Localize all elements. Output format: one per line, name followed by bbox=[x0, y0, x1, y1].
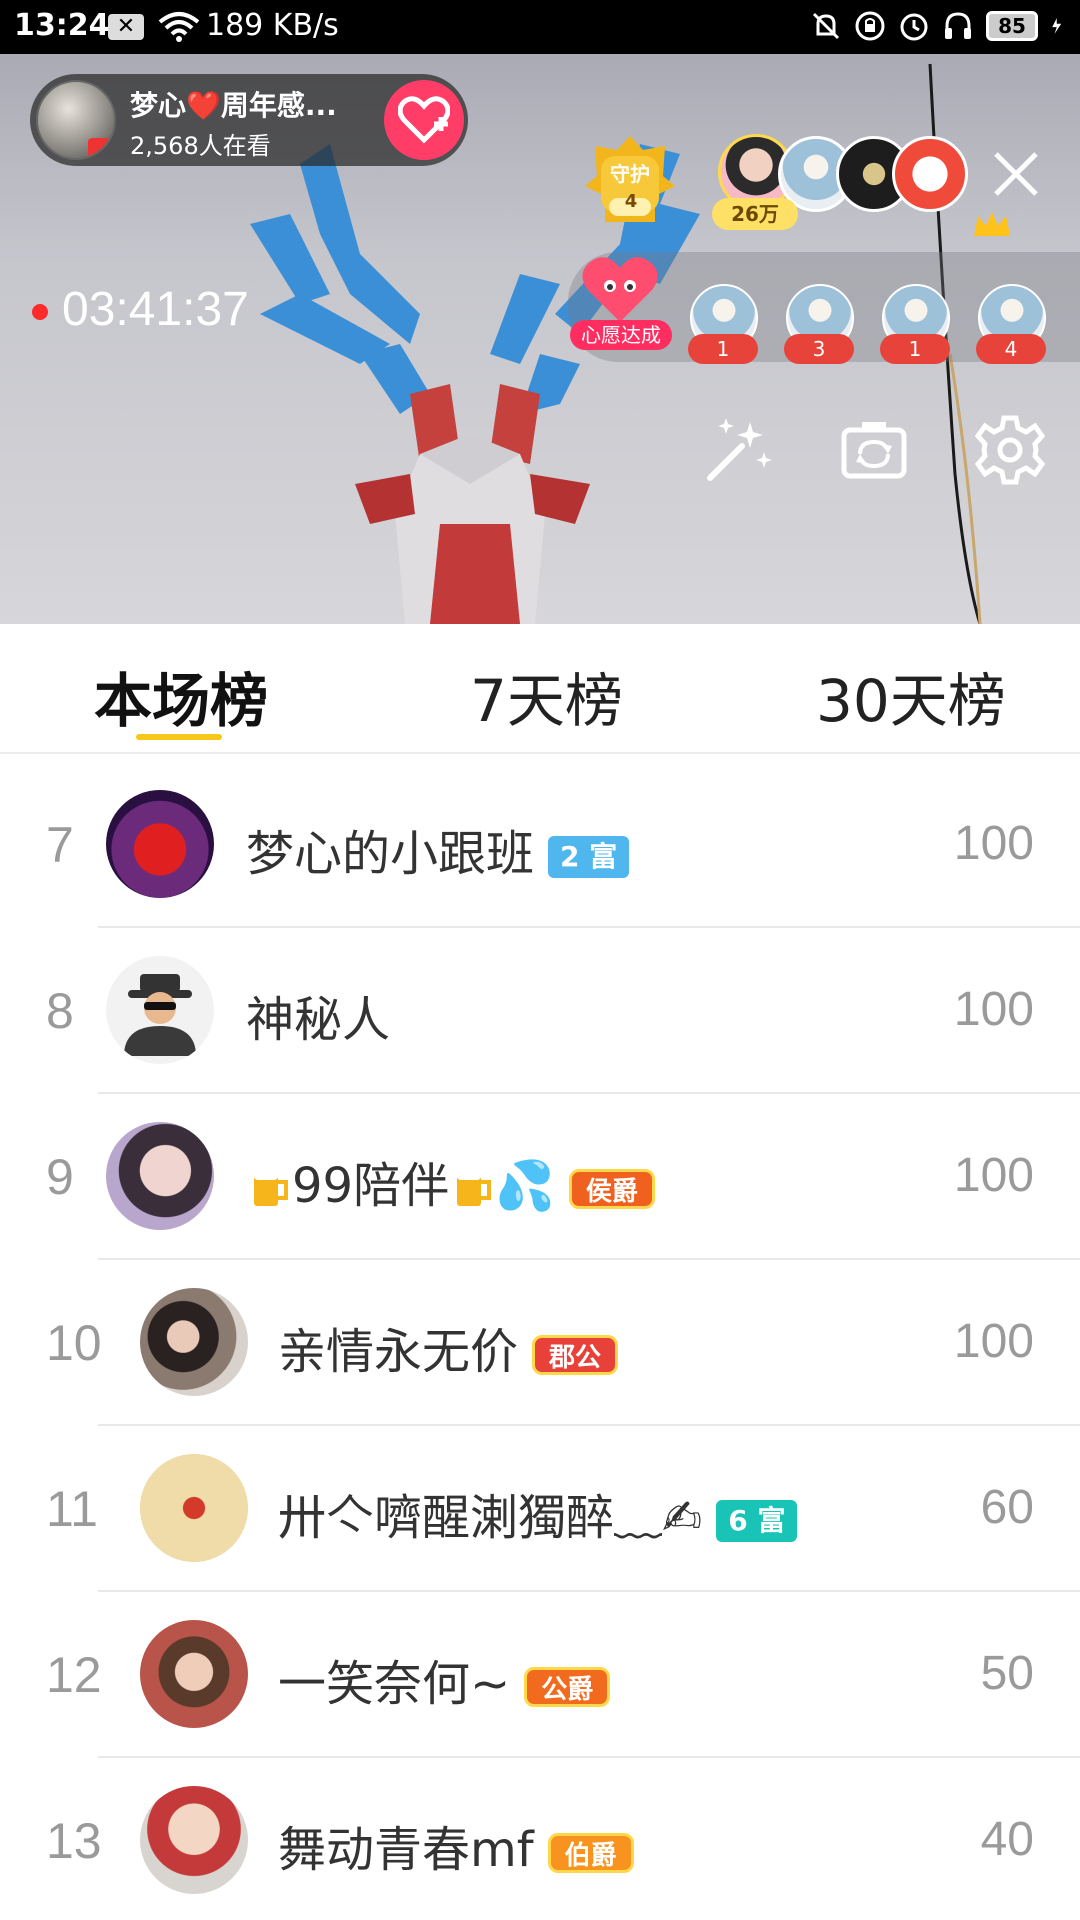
user-name: 亲情永无价 bbox=[278, 1324, 519, 1380]
list-item[interactable]: 13 舞动青春mf 伯爵 40 bbox=[0, 1758, 1080, 1920]
user-name-line: 99陪伴 💦 侯爵 bbox=[246, 1146, 655, 1216]
guard-label: 守护 bbox=[610, 162, 650, 186]
noble-title-badge: 侯爵 bbox=[568, 1169, 655, 1209]
active-tab-indicator bbox=[136, 734, 222, 740]
fan-count-badge: 4 bbox=[976, 334, 1046, 364]
rich-level-badge: 2 富 bbox=[548, 836, 630, 878]
list-item[interactable]: 7 梦心的小跟班 2 富 100 bbox=[0, 762, 1080, 928]
wish-heart-icon[interactable] bbox=[580, 254, 660, 326]
user-name: 卅亽嚌醒溂獨醉﹏✍ bbox=[278, 1490, 703, 1546]
status-time: 13:24 bbox=[14, 8, 110, 43]
beer-mug-icon bbox=[254, 1172, 288, 1206]
score: 100 bbox=[953, 817, 1034, 870]
list-item[interactable]: 10 亲情永无价 郡公 100 bbox=[0, 1260, 1080, 1426]
user-name: 99陪伴 bbox=[292, 1158, 450, 1214]
score: 50 bbox=[980, 1647, 1034, 1700]
score: 100 bbox=[953, 983, 1034, 1036]
top-fans-count: 26万 bbox=[712, 198, 798, 230]
user-name-line: 梦心的小跟班 2 富 bbox=[246, 814, 630, 884]
rank-number: 7 bbox=[46, 817, 74, 873]
follow-button[interactable] bbox=[384, 80, 464, 160]
rank-number: 10 bbox=[46, 1315, 102, 1371]
headphones-icon bbox=[945, 12, 971, 39]
charging-icon bbox=[1052, 18, 1062, 34]
rank-number: 8 bbox=[46, 983, 74, 1039]
list-item[interactable]: 8 神秘人 100 bbox=[0, 928, 1080, 1094]
list-item[interactable]: 9 99陪伴 💦 侯爵 100 bbox=[0, 1094, 1080, 1260]
heart-plus-icon bbox=[398, 96, 450, 144]
rank-number: 13 bbox=[46, 1813, 102, 1869]
battery-indicator: 85 bbox=[986, 11, 1038, 41]
crown-icon bbox=[974, 212, 1010, 236]
magic-wand-icon[interactable] bbox=[702, 414, 774, 486]
alarm-icon bbox=[900, 13, 928, 41]
settings-gear-icon[interactable] bbox=[974, 414, 1046, 486]
leaderboard-tabs: 本场榜 7天榜 30天榜 bbox=[0, 624, 1080, 754]
beer-mug-icon bbox=[457, 1172, 492, 1206]
avatar[interactable] bbox=[140, 1620, 248, 1728]
tab-7-days[interactable]: 7天榜 bbox=[470, 654, 623, 738]
fan-count-badge: 1 bbox=[688, 334, 758, 364]
top-fan-avatar[interactable] bbox=[892, 136, 968, 212]
viewer-count: 2,568人在看 bbox=[130, 132, 271, 160]
host-name: 梦心❤️周年感... bbox=[130, 89, 337, 122]
user-name-line: 亲情永无价 郡公 bbox=[278, 1312, 619, 1382]
tab-30-days[interactable]: 30天榜 bbox=[816, 654, 1006, 738]
close-icon[interactable] bbox=[990, 148, 1042, 200]
rich-level-badge: 6 富 bbox=[716, 1500, 798, 1542]
avatar[interactable] bbox=[106, 790, 214, 898]
list-item[interactable]: 12 一笑奈何~ 公爵 50 bbox=[0, 1592, 1080, 1758]
fan-count-badge: 1 bbox=[880, 334, 950, 364]
noble-title-badge: 公爵 bbox=[524, 1667, 611, 1707]
user-name-line: 舞动青春mf 伯爵 bbox=[278, 1810, 634, 1880]
notification-x-icon: ✕ bbox=[108, 14, 144, 40]
wish-label[interactable]: 心愿达成 bbox=[570, 320, 672, 350]
live-indicator-dot bbox=[32, 304, 48, 320]
live-elapsed-time: 03:41:37 bbox=[62, 283, 249, 336]
noble-title-badge: 伯爵 bbox=[547, 1833, 634, 1873]
switch-camera-icon[interactable] bbox=[838, 414, 910, 486]
user-name: 舞动青春mf bbox=[278, 1822, 534, 1878]
rank-number: 11 bbox=[46, 1481, 98, 1537]
rank-number: 12 bbox=[46, 1647, 102, 1703]
score: 100 bbox=[953, 1149, 1034, 1202]
sweat-drops-icon: 💦 bbox=[495, 1158, 555, 1214]
score: 40 bbox=[980, 1813, 1034, 1866]
noble-title-badge: 郡公 bbox=[532, 1335, 619, 1375]
host-info-pill[interactable]: 梦心❤️周年感... 2,568人在看 bbox=[30, 74, 468, 166]
mystery-person-icon bbox=[124, 974, 196, 1056]
tab-this-session[interactable]: 本场榜 bbox=[94, 654, 268, 738]
user-name-line: 神秘人 bbox=[246, 980, 390, 1050]
fan-count-badge: 3 bbox=[784, 334, 854, 364]
lock-rotation-icon bbox=[855, 11, 885, 41]
status-bar: 13:24 ✕ 189 KB/s 85 bbox=[0, 0, 1080, 54]
avatar[interactable] bbox=[140, 1786, 248, 1894]
guard-count: 4 bbox=[624, 191, 638, 212]
user-name-line: 一笑奈何~ 公爵 bbox=[278, 1644, 611, 1714]
live-video[interactable]: 梦心❤️周年感... 2,568人在看 守护 4 26万 03:41:37 心愿… bbox=[0, 54, 1080, 624]
score: 100 bbox=[953, 1315, 1034, 1368]
mute-bell-icon bbox=[812, 12, 840, 40]
user-name: 梦心的小跟班 bbox=[246, 826, 535, 882]
host-avatar[interactable] bbox=[36, 80, 116, 160]
avatar[interactable] bbox=[106, 956, 214, 1064]
avatar[interactable] bbox=[106, 1122, 214, 1230]
list-item[interactable]: 11 卅亽嚌醒溂獨醉﹏✍ 6 富 60 bbox=[0, 1426, 1080, 1592]
wifi-icon bbox=[158, 12, 200, 42]
avatar[interactable] bbox=[140, 1454, 248, 1562]
rank-number: 9 bbox=[46, 1149, 74, 1205]
user-name: 一笑奈何~ bbox=[278, 1656, 511, 1712]
user-name-line: 卅亽嚌醒溂獨醉﹏✍ 6 富 bbox=[278, 1478, 798, 1548]
score: 60 bbox=[980, 1481, 1034, 1534]
network-speed: 189 KB/s bbox=[206, 8, 339, 43]
avatar[interactable] bbox=[140, 1288, 248, 1396]
user-name: 神秘人 bbox=[246, 992, 391, 1048]
